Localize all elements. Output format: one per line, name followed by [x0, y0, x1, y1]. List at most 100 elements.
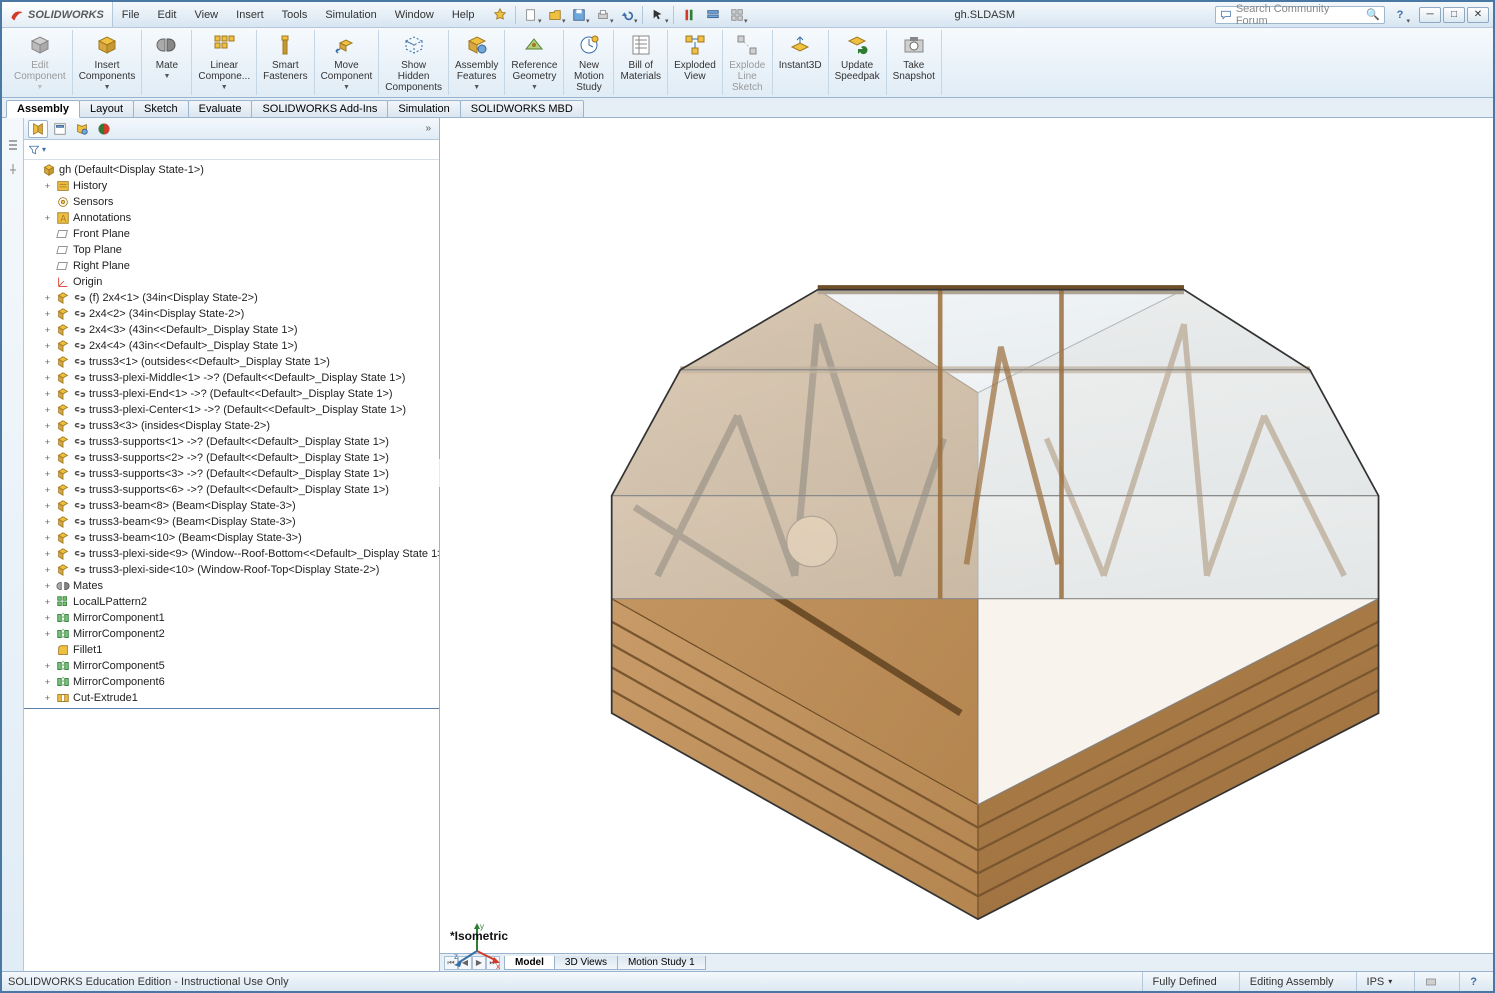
- tree-node[interactable]: +truss3-supports<2> ->? (Default<<Defaul…: [24, 450, 439, 466]
- tree-node[interactable]: +truss3-beam<10> (Beam<Display State-3>): [24, 530, 439, 546]
- gutter-toggle-icon[interactable]: [6, 138, 20, 152]
- expand-toggle[interactable]: +: [42, 613, 53, 623]
- expand-toggle[interactable]: +: [42, 517, 53, 527]
- tree-node[interactable]: Front Plane: [24, 226, 439, 242]
- expand-toggle[interactable]: +: [42, 181, 53, 191]
- print-button[interactable]: [592, 5, 614, 25]
- expand-toggle[interactable]: +: [42, 405, 53, 415]
- tree-node[interactable]: +History: [24, 178, 439, 194]
- expand-toggle[interactable]: +: [42, 661, 53, 671]
- tree-node[interactable]: +2x4<3> (43in<<Default>_Display State 1>…: [24, 322, 439, 338]
- ribbon-insert-components[interactable]: InsertComponents▼: [73, 30, 143, 95]
- ribbon-reference-geometry[interactable]: ReferenceGeometry▼: [505, 30, 564, 95]
- tree-node[interactable]: +truss3-plexi-side<10> (Window-Roof-Top<…: [24, 562, 439, 578]
- expand-toggle[interactable]: +: [42, 629, 53, 639]
- tree-node[interactable]: +truss3-beam<8> (Beam<Display State-3>): [24, 498, 439, 514]
- tree-node[interactable]: +Mates: [24, 578, 439, 594]
- ribbon-linear-compone-[interactable]: LinearCompone...▼: [192, 30, 257, 95]
- tree-node[interactable]: +truss3-plexi-Center<1> ->? (Default<<De…: [24, 402, 439, 418]
- ribbon-update-speedpak[interactable]: UpdateSpeedpak: [829, 30, 887, 95]
- tree-node[interactable]: +truss3-plexi-End<1> ->? (Default<<Defau…: [24, 386, 439, 402]
- display-tab[interactable]: [94, 120, 114, 138]
- ribbon-new-motion-study[interactable]: NewMotionStudy: [564, 30, 614, 95]
- tree-node[interactable]: +MirrorComponent1: [24, 610, 439, 626]
- tree-node[interactable]: Right Plane: [24, 258, 439, 274]
- tree-filter[interactable]: ▾: [24, 140, 439, 160]
- tree-node[interactable]: Sensors: [24, 194, 439, 210]
- ftab-sketch[interactable]: Sketch: [133, 100, 189, 117]
- expand-toggle[interactable]: +: [42, 341, 53, 351]
- save-button[interactable]: [568, 5, 590, 25]
- tree-node[interactable]: +truss3<3> (insides<Display State-2>): [24, 418, 439, 434]
- gutter-pin-icon[interactable]: [6, 162, 20, 176]
- ribbon-smart-fasteners[interactable]: SmartFasteners: [257, 30, 314, 95]
- star-icon[interactable]: [489, 5, 511, 25]
- close-button[interactable]: ✕: [1467, 7, 1489, 23]
- ribbon-assembly-features[interactable]: AssemblyFeatures▼: [449, 30, 505, 95]
- tree-node[interactable]: +MirrorComponent5: [24, 658, 439, 674]
- search-input[interactable]: Search Community Forum 🔍: [1215, 6, 1385, 24]
- tree-node[interactable]: +2x4<4> (43in<<Default>_Display State 1>…: [24, 338, 439, 354]
- ribbon-show-hidden-components[interactable]: ShowHiddenComponents: [379, 30, 449, 95]
- menu-view[interactable]: View: [185, 2, 227, 27]
- undo-button[interactable]: [616, 5, 638, 25]
- expand-toggle[interactable]: +: [42, 565, 53, 575]
- menu-file[interactable]: File: [113, 2, 149, 27]
- graphics-area[interactable]: ▸ ⧉ ⧉ ─ □ ✕: [440, 118, 1493, 971]
- panel-expand-button[interactable]: »: [421, 123, 435, 134]
- ftab-layout[interactable]: Layout: [79, 100, 134, 117]
- menu-insert[interactable]: Insert: [227, 2, 273, 27]
- ribbon-exploded-view[interactable]: ExplodedView: [668, 30, 723, 95]
- tree-node[interactable]: +LocalLPattern2: [24, 594, 439, 610]
- expand-toggle[interactable]: +: [42, 293, 53, 303]
- minimize-button[interactable]: ─: [1419, 7, 1441, 23]
- expand-toggle[interactable]: +: [42, 453, 53, 463]
- expand-toggle[interactable]: +: [42, 469, 53, 479]
- expand-toggle[interactable]: +: [42, 373, 53, 383]
- expand-toggle[interactable]: +: [42, 325, 53, 335]
- ftab-solidworks-add-ins[interactable]: SOLIDWORKS Add-Ins: [251, 100, 388, 117]
- tree-node[interactable]: +MirrorComponent2: [24, 626, 439, 642]
- tree-node[interactable]: +truss3-supports<1> ->? (Default<<Defaul…: [24, 434, 439, 450]
- tree-node[interactable]: Top Plane: [24, 242, 439, 258]
- tree-node[interactable]: Fillet1: [24, 642, 439, 658]
- model-canvas[interactable]: y x z *Isometric: [440, 118, 1493, 953]
- select-button[interactable]: [647, 5, 669, 25]
- ribbon-bill-of-materials[interactable]: Bill ofMaterials: [614, 30, 668, 95]
- settings-button[interactable]: [726, 5, 748, 25]
- ribbon-take-snapshot[interactable]: TakeSnapshot: [887, 30, 942, 95]
- tree-node[interactable]: +Cut-Extrude1: [24, 690, 439, 706]
- feature-tree-tab[interactable]: [28, 120, 48, 138]
- expand-toggle[interactable]: +: [42, 581, 53, 591]
- open-button[interactable]: [544, 5, 566, 25]
- maximize-button[interactable]: □: [1443, 7, 1465, 23]
- menu-window[interactable]: Window: [386, 2, 443, 27]
- menu-simulation[interactable]: Simulation: [316, 2, 385, 27]
- tree-node[interactable]: +2x4<2> (34in<Display State-2>): [24, 306, 439, 322]
- tree-node[interactable]: +truss3-beam<9> (Beam<Display State-3>): [24, 514, 439, 530]
- ribbon-move-component[interactable]: MoveComponent▼: [315, 30, 380, 95]
- expand-toggle[interactable]: +: [42, 597, 53, 607]
- options-button[interactable]: [702, 5, 724, 25]
- tree-node[interactable]: +truss3-supports<6> ->? (Default<<Defaul…: [24, 482, 439, 498]
- expand-toggle[interactable]: +: [42, 309, 53, 319]
- tree-node[interactable]: +AAnnotations: [24, 210, 439, 226]
- tree-node[interactable]: +truss3-plexi-side<9> (Window--Roof-Bott…: [24, 546, 439, 562]
- expand-toggle[interactable]: +: [42, 485, 53, 495]
- rebuild-button[interactable]: [678, 5, 700, 25]
- expand-toggle[interactable]: +: [42, 549, 53, 559]
- expand-toggle[interactable]: +: [42, 533, 53, 543]
- expand-toggle[interactable]: +: [42, 501, 53, 511]
- expand-toggle[interactable]: +: [42, 693, 53, 703]
- tree-node[interactable]: +(f) 2x4<1> (34in<Display State-2>): [24, 290, 439, 306]
- feature-tree[interactable]: gh (Default<Display State-1>)+HistorySen…: [24, 160, 439, 971]
- property-tab[interactable]: [50, 120, 70, 138]
- tree-node[interactable]: Origin: [24, 274, 439, 290]
- config-tab[interactable]: [72, 120, 92, 138]
- expand-toggle[interactable]: +: [42, 437, 53, 447]
- new-button[interactable]: [520, 5, 542, 25]
- tree-node[interactable]: +truss3<1> (outsides<<Default>_Display S…: [24, 354, 439, 370]
- expand-toggle[interactable]: +: [42, 421, 53, 431]
- menu-help[interactable]: Help: [443, 2, 484, 27]
- expand-toggle[interactable]: +: [42, 389, 53, 399]
